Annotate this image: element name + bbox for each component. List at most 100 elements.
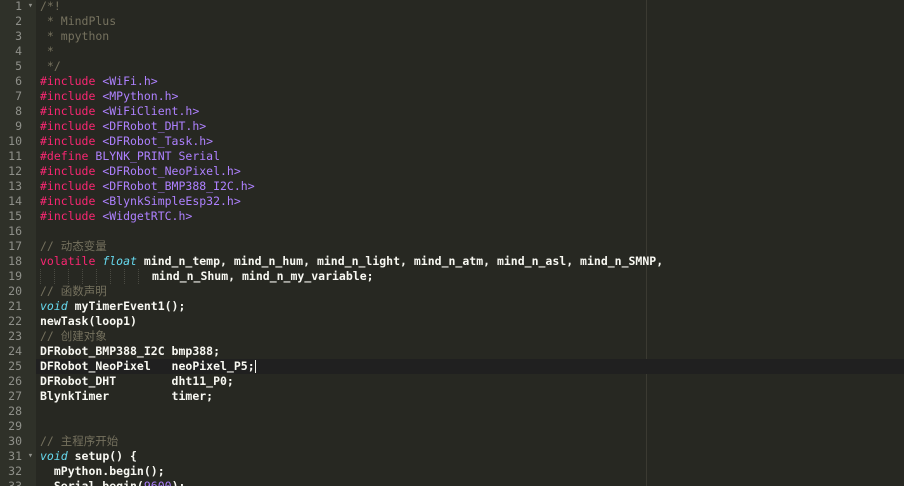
fold-open-icon[interactable]: ▾: [26, 0, 35, 14]
line-number: 17: [0, 239, 36, 254]
line-number-label: 9: [15, 119, 22, 133]
code-area[interactable]: /*! * MindPlus * mpython * */#include <W…: [36, 0, 904, 486]
line-number: 24: [0, 344, 36, 359]
text-cursor: [254, 360, 256, 373]
code-line[interactable]: void setup() {: [40, 449, 137, 464]
indent-guide: [138, 269, 152, 284]
print-margin: [646, 0, 647, 486]
code-token: DFRobot_DHT dht11_P0;: [40, 374, 234, 388]
indent-guide: [40, 269, 54, 284]
line-number: 30: [0, 434, 36, 449]
line-number-label: 24: [8, 344, 22, 358]
code-line[interactable]: volatile float mind_n_temp, mind_n_hum, …: [40, 254, 663, 269]
code-token: */: [40, 59, 61, 73]
line-number: 19: [0, 269, 36, 284]
code-token: mind_n_Shum, mind_n_my_variable;: [152, 269, 374, 283]
code-token: newTask(loop1): [40, 314, 137, 328]
code-token: void: [40, 299, 68, 313]
code-token: setup() {: [67, 449, 137, 463]
code-line[interactable]: // 主程序开始: [40, 434, 118, 449]
code-token: DFRobot_BMP388_I2C bmp388;: [40, 344, 221, 358]
code-line[interactable]: * MindPlus: [40, 14, 116, 29]
code-line[interactable]: #include <DFRobot_BMP388_I2C.h>: [40, 179, 255, 194]
line-number-label: 20: [8, 284, 22, 298]
code-token: <WiFi.h>: [102, 74, 158, 88]
line-number: 20: [0, 284, 36, 299]
code-line[interactable]: // 创建对象: [40, 329, 107, 344]
code-token: #include: [40, 164, 103, 178]
code-token: #include: [40, 134, 103, 148]
code-token: *: [40, 44, 54, 58]
code-token: #include: [40, 194, 103, 208]
code-token: #include: [40, 209, 103, 223]
code-line[interactable]: DFRobot_DHT dht11_P0;: [40, 374, 234, 389]
line-number: 5: [0, 59, 36, 74]
code-token: #define: [40, 149, 96, 163]
code-token: * mpython: [40, 29, 110, 43]
line-number: 21: [0, 299, 36, 314]
code-line[interactable]: * mpython: [40, 29, 109, 44]
code-line[interactable]: // 动态变量: [40, 239, 107, 254]
code-line[interactable]: // 函数声明: [40, 284, 107, 299]
code-line[interactable]: #include <WiFiClient.h>: [40, 104, 199, 119]
code-line[interactable]: #include <WidgetRTC.h>: [40, 209, 192, 224]
line-number: 3: [0, 29, 36, 44]
line-number: 2: [0, 14, 36, 29]
code-token: <DFRobot_DHT.h>: [102, 119, 207, 133]
line-number-label: 4: [15, 44, 22, 58]
code-line[interactable]: DFRobot_BMP388_I2C bmp388;: [40, 344, 220, 359]
line-number: 33: [0, 479, 36, 486]
code-line[interactable]: */: [40, 59, 61, 74]
code-line[interactable]: #include <MPython.h>: [40, 89, 178, 104]
line-number: 13: [0, 179, 36, 194]
code-line[interactable]: mind_n_Shum, mind_n_my_variable;: [40, 269, 374, 284]
line-number: 10: [0, 134, 36, 149]
line-number: 1 ▾: [0, 0, 36, 14]
line-number-label: 10: [8, 134, 22, 148]
code-line[interactable]: #include <DFRobot_Task.h>: [40, 134, 213, 149]
line-number-label: 22: [8, 314, 22, 328]
code-token: <MPython.h>: [102, 89, 179, 103]
fold-open-icon[interactable]: ▾: [26, 449, 35, 464]
line-number-label: 17: [8, 239, 22, 253]
code-line[interactable]: #include <WiFi.h>: [40, 74, 158, 89]
line-number-label: 13: [8, 179, 22, 193]
line-number-label: 28: [8, 404, 22, 418]
line-number-label: 26: [8, 374, 22, 388]
line-number-label: 23: [8, 329, 22, 343]
code-line[interactable]: BlynkTimer timer;: [40, 389, 213, 404]
line-number-label: 15: [8, 209, 22, 223]
code-token: void: [40, 449, 68, 463]
code-line[interactable]: Serial.begin(9600);: [40, 479, 186, 486]
line-number-label: 16: [8, 224, 22, 238]
code-token: // 动态变量: [40, 239, 107, 253]
code-line[interactable]: #include <DFRobot_DHT.h>: [40, 119, 206, 134]
line-number-label: 25: [8, 359, 22, 373]
code-token: #include: [40, 179, 103, 193]
code-line[interactable]: /*!: [40, 0, 61, 14]
code-line[interactable]: mPython.begin();: [40, 464, 165, 479]
code-line[interactable]: newTask(loop1): [40, 314, 137, 329]
code-token: #include: [40, 74, 103, 88]
line-number: 11: [0, 149, 36, 164]
line-number-label: 7: [15, 89, 22, 103]
line-number-label: 2: [15, 14, 22, 28]
code-token: // 主程序开始: [40, 434, 119, 448]
indent-guide: [82, 269, 96, 284]
line-number-label: 19: [8, 269, 22, 283]
line-number-label: 33: [8, 479, 22, 486]
code-token: <BlynkSimpleEsp32.h>: [102, 194, 241, 208]
code-line[interactable]: void myTimerEvent1();: [40, 299, 185, 314]
code-line[interactable]: *: [40, 44, 54, 59]
code-line[interactable]: #include <DFRobot_NeoPixel.h>: [40, 164, 241, 179]
code-editor[interactable]: 1 ▾ 2 3 4 5 6 7 8 9 10 11 12 13 14 15 16 17 18 19 20 21 22 23 24…: [0, 0, 904, 486]
code-token: mind_n_temp, mind_n_hum, mind_n_light, m…: [136, 254, 664, 268]
code-line[interactable]: #define BLYNK_PRINT Serial: [40, 149, 220, 164]
code-token: 9600: [143, 479, 172, 486]
active-code-line[interactable]: DFRobot_NeoPixel neoPixel_P5;: [36, 359, 904, 374]
code-token: Serial.begin(: [40, 479, 144, 486]
code-line[interactable]: #include <BlynkSimpleEsp32.h>: [40, 194, 241, 209]
line-number: 22: [0, 314, 36, 329]
line-number: 6: [0, 74, 36, 89]
code-token: );: [171, 479, 186, 486]
